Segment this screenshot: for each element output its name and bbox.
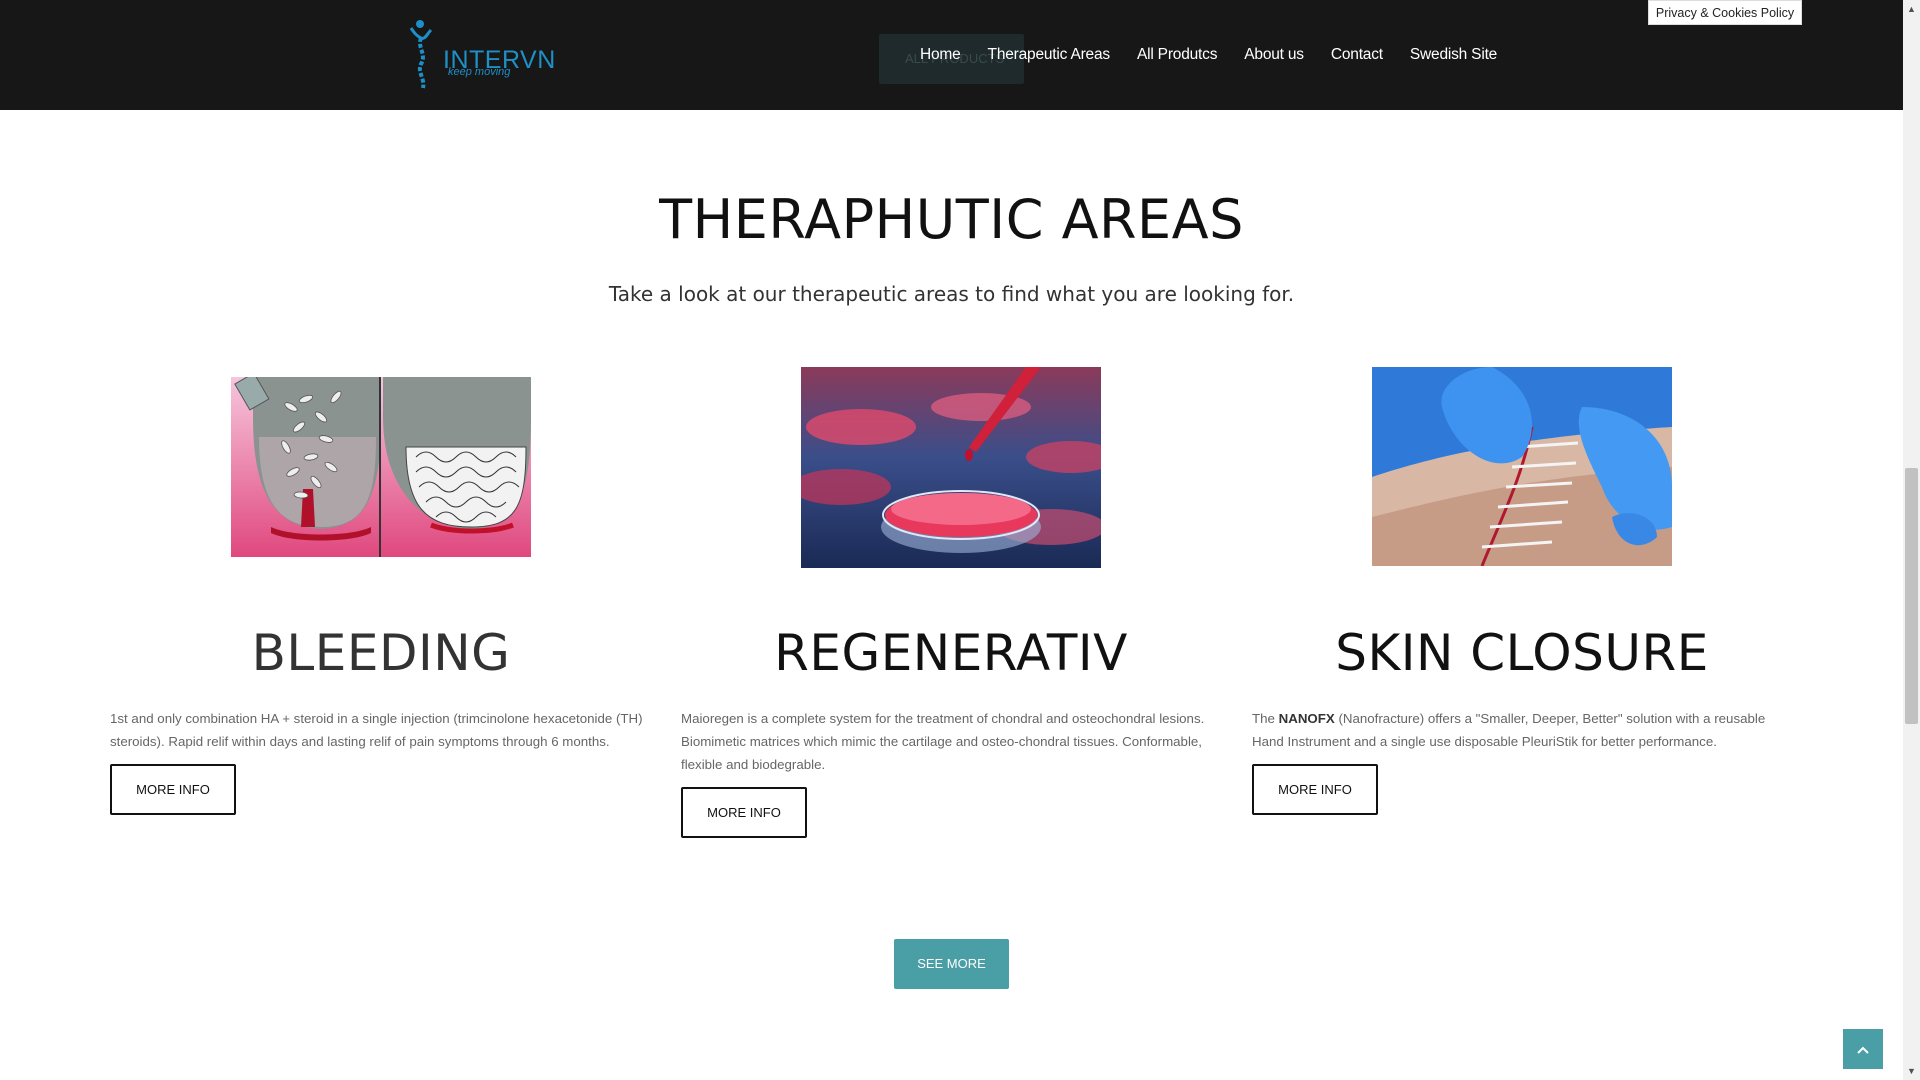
scrollbar-thumb[interactable] [1905, 468, 1918, 724]
bleeding-image [231, 377, 531, 557]
section-subtitle: Take a look at our therapeutic areas to … [608, 282, 1295, 306]
nav-all-products[interactable]: All Produtcs [1137, 42, 1218, 68]
more-info-button-skin-closure[interactable]: MORE INFO [1252, 764, 1378, 815]
nav-home[interactable]: Home [920, 42, 961, 68]
nav-contact[interactable]: Contact [1331, 42, 1383, 68]
main-nav: Home Therapeutic Areas All Produtcs Abou… [920, 42, 1524, 68]
site-logo[interactable]: INTERVN keep moving [405, 16, 555, 90]
site-header: INTERVN keep moving ALL PRODUCTS Home Th… [0, 0, 1903, 110]
card-text-skin-closure: The NANOFX (Nanofracture) offers a "Smal… [1252, 707, 1792, 753]
privacy-cookies-link[interactable]: Privacy & Cookies Policy [1648, 0, 1802, 25]
card-text-regenerativ: Maioregen is a complete system for the t… [681, 711, 1205, 772]
card-text-skin-closure-pre: The [1252, 711, 1279, 726]
chevron-up-icon [1857, 1046, 1869, 1054]
card-title-skin-closure: SKIN CLOSURE [1335, 624, 1709, 682]
more-info-button-bleeding[interactable]: MORE INFO [110, 764, 236, 815]
logo-tagline: keep moving [448, 66, 511, 78]
card-text-bleeding: 1st and only combination HA + steroid in… [110, 711, 643, 749]
back-to-top-button[interactable] [1843, 1029, 1883, 1069]
figure-spine-icon [409, 20, 433, 89]
scroll-up-arrow-icon[interactable]: ▲ [1904, 3, 1919, 15]
section-title: THERAPHUTIC AREAS [659, 188, 1244, 251]
scroll-down-arrow-icon[interactable]: ▼ [1904, 1065, 1919, 1077]
card-title-bleeding: BLEEDING [251, 624, 511, 682]
more-info-button-regenerativ[interactable]: MORE INFO [681, 787, 807, 838]
nav-therapeutic-areas[interactable]: Therapeutic Areas [988, 42, 1111, 68]
regenerativ-image [801, 367, 1101, 568]
nav-about-us[interactable]: About us [1244, 42, 1304, 68]
card-title-regenerativ: REGENERATIV [774, 624, 1128, 682]
card-text-skin-closure-product: NANOFX [1278, 711, 1335, 726]
see-more-button[interactable]: SEE MORE [894, 939, 1009, 989]
nav-swedish-site[interactable]: Swedish Site [1410, 42, 1497, 68]
skin-closure-image [1372, 367, 1672, 566]
